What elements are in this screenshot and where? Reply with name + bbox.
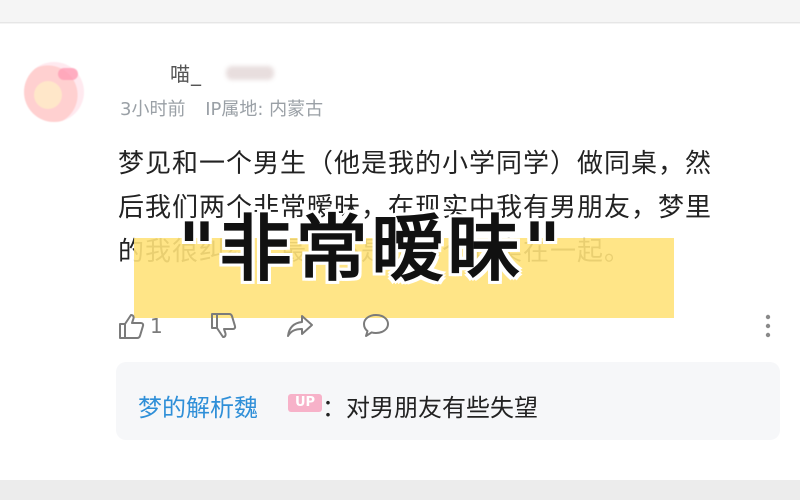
- avatar-bow-icon: [58, 68, 78, 80]
- bottom-divider: [0, 480, 800, 500]
- share-icon: [287, 315, 313, 337]
- reply-author[interactable]: 梦的解析魏: [138, 388, 258, 423]
- username[interactable]: 喵_: [170, 58, 202, 87]
- more-button[interactable]: [752, 310, 784, 342]
- reply-text: ：对男朋友有些失望: [322, 394, 538, 422]
- reply-preview[interactable]: 梦的解析魏 UP ：对男朋友有些失望: [116, 362, 780, 440]
- avatar[interactable]: [24, 62, 84, 122]
- more-icon: [765, 314, 771, 338]
- blurred-username-part: [226, 66, 274, 80]
- thumb-down-icon: [211, 313, 237, 338]
- share-button[interactable]: [284, 310, 316, 342]
- like-button[interactable]: 1: [116, 310, 163, 342]
- thumb-up-icon: [119, 314, 145, 339]
- up-badge: UP: [288, 394, 322, 412]
- dislike-button[interactable]: [208, 310, 240, 342]
- comment-icon: [363, 314, 389, 337]
- comment-line: 梦见和一个男生（他是我的小学同学）做同桌，然: [118, 149, 713, 179]
- like-count: 1: [150, 314, 163, 338]
- top-bar: [0, 0, 800, 23]
- reply-button[interactable]: [360, 310, 392, 342]
- comment-time: 3小时前: [120, 99, 186, 120]
- comment-meta: 3小时前 IP属地: 内蒙古: [120, 95, 337, 121]
- overlay-caption: "非常暧昧": [178, 207, 566, 291]
- comment-ip-location: IP属地: 内蒙古: [205, 99, 324, 120]
